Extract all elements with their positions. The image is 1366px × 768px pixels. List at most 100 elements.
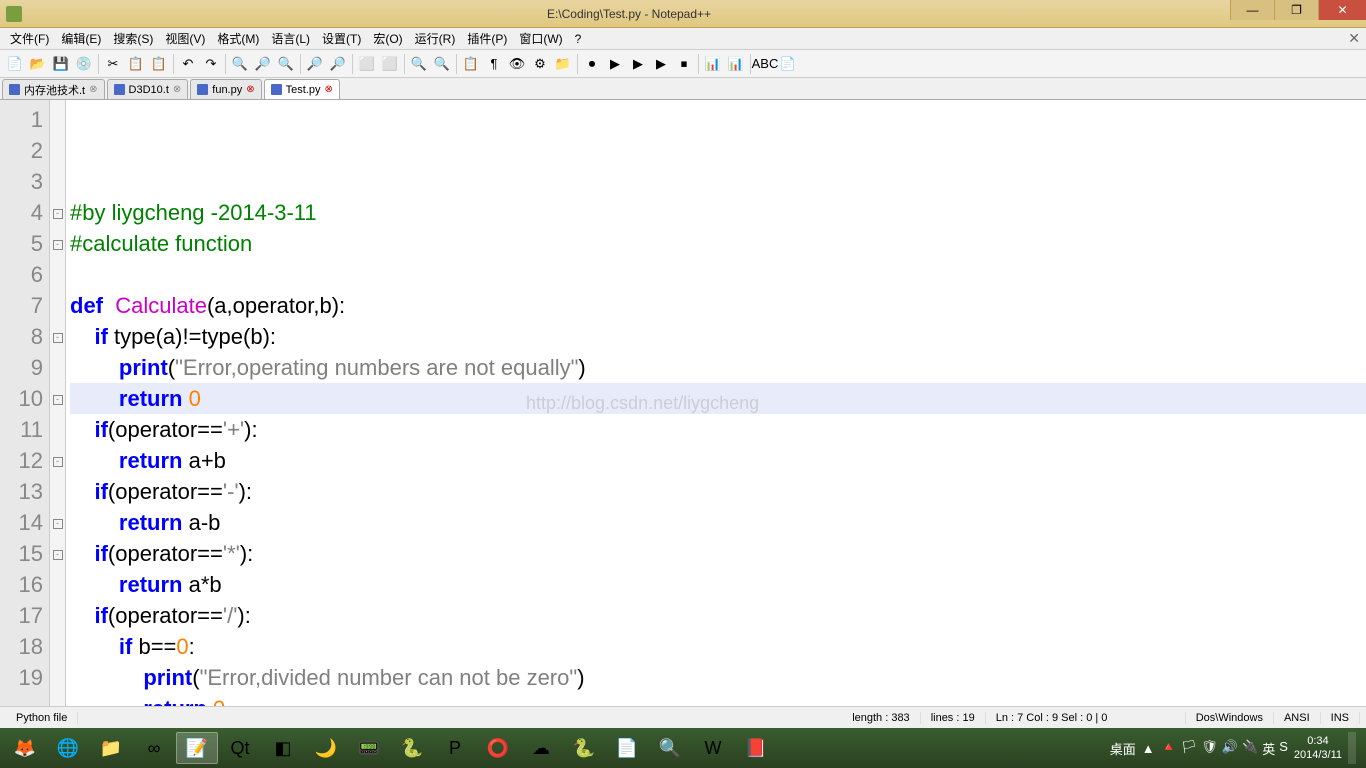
tray-up-icon[interactable]: ▲ (1142, 741, 1155, 756)
toolbar-button[interactable]: 📁 (552, 53, 574, 75)
document-tab[interactable]: fun.py⊗ (190, 79, 261, 99)
fold-cell[interactable]: - (50, 321, 65, 352)
toolbar-button[interactable]: ▶ (604, 53, 626, 75)
tray-icon[interactable]: 🔌 (1242, 739, 1258, 758)
toolbar-button[interactable]: ▶ (627, 53, 649, 75)
taskbar-app[interactable]: 🐍 (391, 732, 433, 764)
code-line[interactable]: if(operator=='-'): (70, 476, 1366, 507)
toolbar-button[interactable]: ↶ (177, 53, 199, 75)
menu-item[interactable]: 编辑(E) (55, 30, 107, 47)
taskbar-app[interactable]: 🔍 (649, 732, 691, 764)
toolbar-button[interactable]: 💿 (73, 53, 95, 75)
menu-item[interactable]: ? (569, 32, 588, 46)
tray-icon[interactable]: 🔺 (1161, 739, 1177, 758)
fold-toggle-icon[interactable]: - (53, 240, 63, 250)
menu-item[interactable]: 设置(T) (316, 30, 367, 47)
tray-icon[interactable]: 🛡 (1201, 739, 1218, 758)
taskbar-app[interactable]: ⭕ (477, 732, 519, 764)
toolbar-button[interactable]: ↷ (200, 53, 222, 75)
code-line[interactable]: if(operator=='*'): (70, 538, 1366, 569)
menu-item[interactable]: 运行(R) (409, 30, 462, 47)
taskbar-app[interactable]: 🌙 (305, 732, 347, 764)
menu-item[interactable]: 文件(F) (4, 30, 55, 47)
menu-item[interactable]: 宏(O) (367, 30, 408, 47)
tab-close-icon[interactable]: ⊗ (246, 84, 254, 95)
toolbar-button[interactable]: ABC (754, 53, 776, 75)
taskbar-app[interactable]: 🦊 (4, 732, 46, 764)
tray-desktop[interactable]: 桌面 (1110, 739, 1136, 758)
code-line[interactable]: return a-b (70, 507, 1366, 538)
tab-close-icon[interactable]: ⊗ (173, 84, 181, 95)
fold-toggle-icon[interactable]: - (53, 550, 63, 560)
toolbar-button[interactable]: ▶ (650, 53, 672, 75)
fold-toggle-icon[interactable]: - (53, 209, 63, 219)
toolbar-button[interactable]: 📂 (27, 53, 49, 75)
code-line[interactable]: #calculate function (70, 228, 1366, 259)
toolbar-button[interactable]: 📄 (4, 53, 26, 75)
fold-cell[interactable]: - (50, 383, 65, 414)
menu-item[interactable]: 窗口(W) (513, 30, 568, 47)
toolbar-button[interactable]: 🔎 (304, 53, 326, 75)
menu-item[interactable]: 搜索(S) (107, 30, 159, 47)
taskbar-app[interactable]: 📕 (735, 732, 777, 764)
toolbar-button[interactable]: 📋 (460, 53, 482, 75)
fold-cell[interactable]: - (50, 445, 65, 476)
code-line[interactable]: return 0 (70, 693, 1366, 706)
menu-item[interactable]: 插件(P) (461, 30, 513, 47)
menu-item[interactable]: 格式(M) (211, 30, 265, 47)
toolbar-button[interactable]: 🔍 (408, 53, 430, 75)
toolbar-button[interactable]: 💾 (50, 53, 72, 75)
fold-cell[interactable]: - (50, 197, 65, 228)
code-line[interactable] (70, 259, 1366, 290)
taskbar-app[interactable]: 📟 (348, 732, 390, 764)
show-desktop-button[interactable] (1348, 732, 1356, 764)
document-tab[interactable]: D3D10.t⊗ (107, 79, 189, 99)
tray-icon[interactable]: 英 (1262, 739, 1275, 758)
fold-toggle-icon[interactable]: - (53, 395, 63, 405)
menu-item[interactable]: 语言(L) (265, 30, 316, 47)
tray-icon[interactable]: S (1279, 739, 1288, 758)
toolbar-button[interactable]: ¶ (483, 53, 505, 75)
code-area[interactable]: http://blog.csdn.net/liygcheng #by liygc… (66, 100, 1366, 706)
taskbar-app[interactable]: 🐍 (563, 732, 605, 764)
toolbar-button[interactable]: 🔍 (431, 53, 453, 75)
taskbar-app[interactable]: P (434, 732, 476, 764)
tray-icon[interactable]: 🏳 (1181, 739, 1198, 758)
tray-clock[interactable]: 0:34 2014/3/11 (1294, 734, 1342, 763)
fold-cell[interactable]: - (50, 538, 65, 569)
taskbar-app[interactable]: Qt (219, 732, 261, 764)
close-button[interactable]: ✕ (1318, 0, 1366, 20)
toolbar-button[interactable]: ⏹ (673, 53, 695, 75)
code-line[interactable]: return 0 (70, 383, 1366, 414)
code-line[interactable]: print("Error,divided number can not be z… (70, 662, 1366, 693)
taskbar-app[interactable]: 🌐 (47, 732, 89, 764)
tray-icon[interactable]: 🔊 (1222, 739, 1238, 758)
taskbar-app[interactable]: ∞ (133, 732, 175, 764)
toolbar-button[interactable]: ⚙ (529, 53, 551, 75)
toolbar-button[interactable]: 🔎 (252, 53, 274, 75)
code-line[interactable]: if(operator=='/'): (70, 600, 1366, 631)
toolbar-button[interactable]: ⬜ (379, 53, 401, 75)
toolbar-button[interactable]: 🔍 (229, 53, 251, 75)
document-tab[interactable]: 内存池技术.t⊗ (2, 79, 105, 99)
toolbar-button[interactable]: ⏺ (581, 53, 603, 75)
fold-cell[interactable]: - (50, 228, 65, 259)
toolbar-button[interactable]: 🔎 (327, 53, 349, 75)
minimize-button[interactable]: — (1230, 0, 1274, 20)
toolbar-button[interactable]: 📋 (125, 53, 147, 75)
taskbar-app[interactable]: ☁ (520, 732, 562, 764)
toolbar-button[interactable]: 📊 (702, 53, 724, 75)
toolbar-button[interactable]: 🔍 (275, 53, 297, 75)
toolbar-button[interactable]: 📊 (725, 53, 747, 75)
fold-toggle-icon[interactable]: - (53, 333, 63, 343)
code-line[interactable]: return a+b (70, 445, 1366, 476)
code-line[interactable]: return a*b (70, 569, 1366, 600)
code-line[interactable]: if b==0: (70, 631, 1366, 662)
taskbar-app[interactable]: 📝 (176, 732, 218, 764)
code-line[interactable]: #by liygcheng -2014-3-11 (70, 197, 1366, 228)
toolbar-button[interactable]: 📋 (148, 53, 170, 75)
taskbar-app[interactable]: W (692, 732, 734, 764)
code-line[interactable]: if type(a)!=type(b): (70, 321, 1366, 352)
code-line[interactable]: if(operator=='+'): (70, 414, 1366, 445)
taskbar-app[interactable]: ◧ (262, 732, 304, 764)
